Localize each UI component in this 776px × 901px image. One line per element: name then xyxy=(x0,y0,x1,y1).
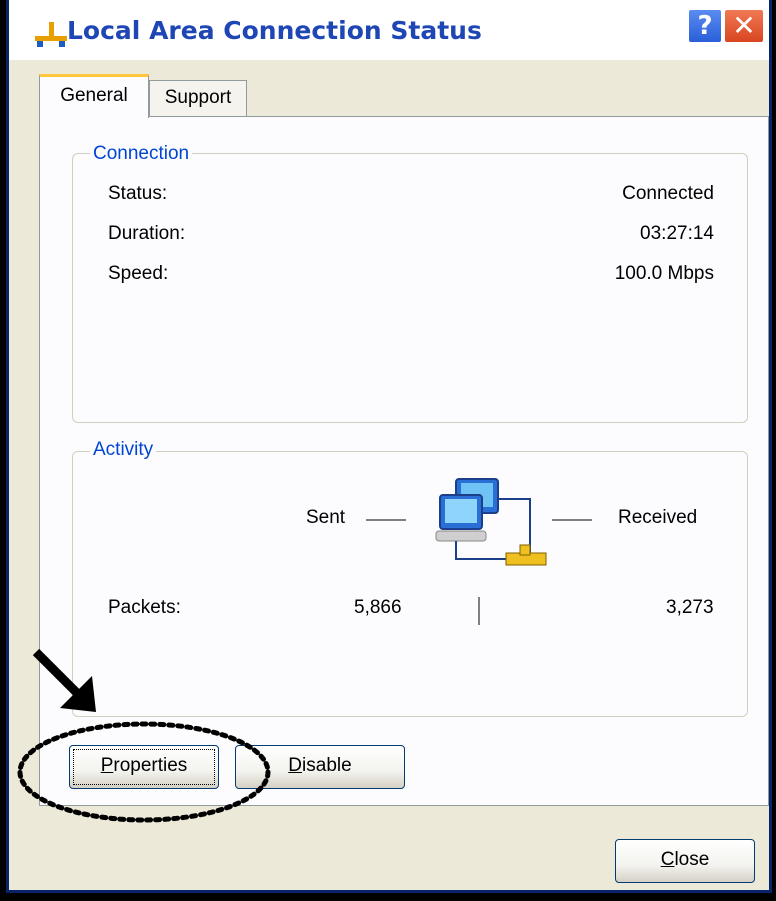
packets-received-value: 3,273 xyxy=(666,597,714,618)
sent-dash xyxy=(366,519,406,521)
network-connection-icon xyxy=(35,22,67,47)
disable-mnemonic: D xyxy=(288,755,303,776)
speed-value: 100.0 Mbps xyxy=(614,263,714,284)
disable-label: isable xyxy=(302,755,352,776)
status-label: Status: xyxy=(108,183,168,204)
duration-label: Duration: xyxy=(108,223,186,244)
close-window-button[interactable]: ✕ xyxy=(723,8,765,44)
received-dash xyxy=(552,519,592,521)
packets-divider xyxy=(478,597,480,625)
activity-group xyxy=(72,451,748,717)
received-label: Received xyxy=(618,507,698,528)
packets-label: Packets: xyxy=(108,597,181,618)
question-mark-icon: ? xyxy=(697,11,713,41)
connection-group-label: Connection xyxy=(90,143,193,165)
help-button[interactable]: ? xyxy=(687,8,723,44)
tab-general[interactable]: General xyxy=(39,74,149,118)
window-title: Local Area Connection Status xyxy=(67,16,482,45)
duration-value: 03:27:14 xyxy=(640,223,714,244)
frame-edge-right xyxy=(772,0,776,901)
tab-panel-general: Connection Status: Connected Duration: 0… xyxy=(39,116,769,806)
frame-edge-bottom xyxy=(0,893,776,901)
close-icon: ✕ xyxy=(732,9,756,42)
close-button[interactable]: Close xyxy=(615,839,755,883)
sent-label: Sent xyxy=(306,507,346,528)
dotted-highlight-ellipse xyxy=(17,721,271,823)
title-bar[interactable]: Local Area Connection Status ? ✕ xyxy=(9,0,769,60)
status-value: Connected xyxy=(622,183,714,204)
black-arrow-icon xyxy=(32,648,96,712)
packets-sent-value: 5,866 xyxy=(354,597,402,618)
speed-label: Speed: xyxy=(108,263,169,284)
network-computers-icon xyxy=(435,478,547,566)
activity-group-label: Activity xyxy=(90,439,157,461)
close-mnemonic: C xyxy=(660,849,675,870)
tab-support[interactable]: Support xyxy=(149,80,247,116)
close-label: lose xyxy=(674,849,710,870)
